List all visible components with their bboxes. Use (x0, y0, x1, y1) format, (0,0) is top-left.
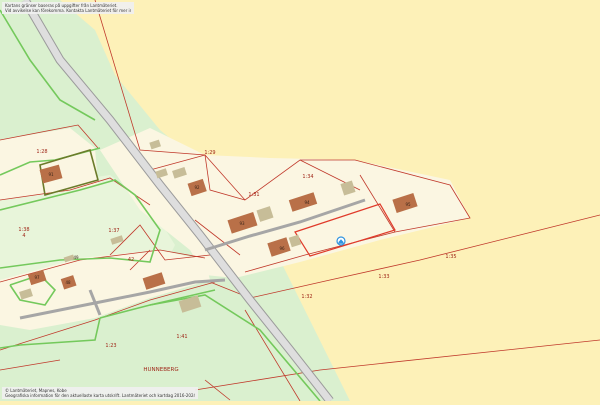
building-number: 48 (65, 280, 71, 285)
building-number: 92 (194, 185, 200, 190)
parcel-label: 1:29 (204, 150, 215, 156)
parcel-label: 42 (128, 257, 134, 263)
map-credit: © Lantmäteriet, Mapnes, Kobe Geografiska… (2, 387, 198, 399)
building-number: 97 (34, 275, 40, 280)
map-view[interactable]: 91 92 93 94 95 96 97 48 49 1:28 1:29 1:3… (0, 0, 600, 404)
building-number: 95 (405, 202, 411, 207)
parcel-label: 1:34 (302, 174, 313, 180)
parcel-label: 1:23 (105, 343, 116, 349)
credit-line: Geografiska information för den aktuella… (5, 393, 195, 398)
building-number: 49 (73, 255, 79, 260)
parcel-label: 1:35 (445, 254, 456, 260)
parcel-label: 1:41 (176, 334, 187, 340)
building-number: 91 (48, 172, 54, 177)
notice-line: Vid avvikelse kan förekomma. Kontakta La… (5, 8, 131, 13)
house-marker-icon[interactable] (336, 236, 346, 246)
parcel-label: 1:32 (301, 294, 312, 300)
parcel-label: 1:28 (36, 149, 47, 155)
place-name: HUNNEBERG (143, 367, 178, 373)
building-number: 94 (304, 200, 310, 205)
map-notice: Kartans gränser baseras på uppgifter frå… (2, 2, 134, 14)
parcel-label: 1:31 (248, 192, 259, 198)
parcel-label: 4 (22, 233, 25, 239)
parcel-label: 1:37 (108, 228, 119, 234)
property-map[interactable]: 91 92 93 94 95 96 97 48 49 1:28 1:29 1:3… (0, 0, 600, 404)
parcel-label: 1:33 (378, 274, 389, 280)
building-number: 93 (239, 221, 245, 226)
building-number: 96 (279, 246, 285, 251)
